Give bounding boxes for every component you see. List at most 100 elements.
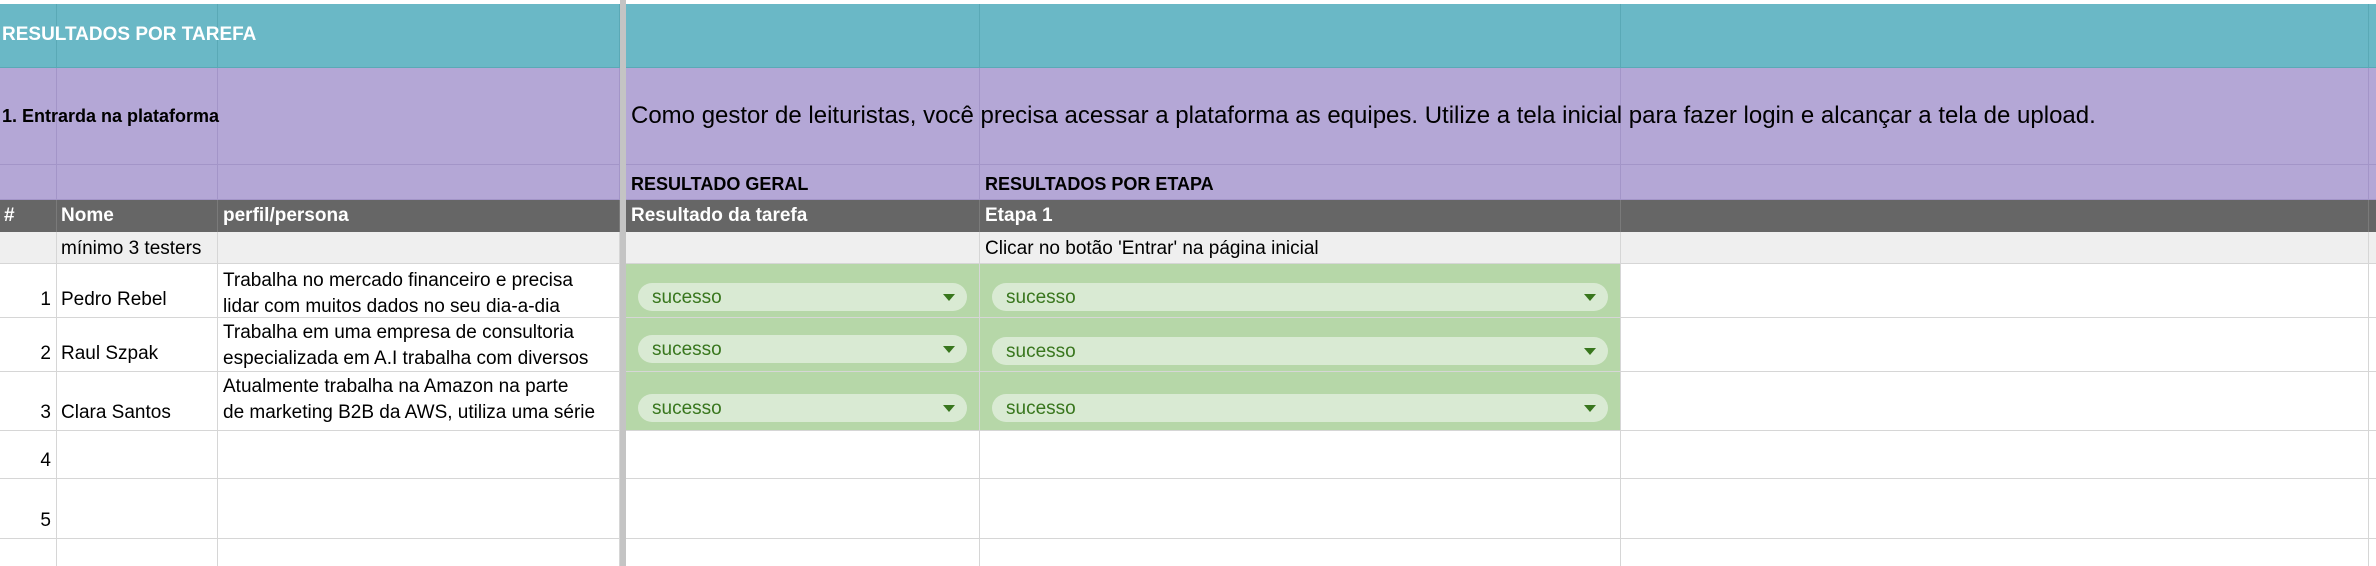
table-row [0,539,2376,566]
col-header-number-label: # [4,205,15,226]
task-result-value: sucesso [652,398,722,419]
col-header-task-result-label: Resultado da tarefa [631,205,808,226]
empty-cell[interactable] [1621,264,2369,317]
row-number: 4 [40,450,51,471]
row-number: 1 [40,289,51,310]
persona-cell[interactable]: Atualmente trabalha na Amazon na parte d… [218,372,620,430]
col-header-persona[interactable]: perfil/persona [218,200,620,232]
tester-name-cell[interactable]: Clara Santos [57,372,218,430]
group-general-label: RESULTADO GERAL [631,174,809,194]
row-number: 2 [40,343,51,364]
col-header-persona-label: perfil/persona [223,205,349,226]
cell-f1[interactable] [1621,4,2369,67]
task-result-value: sucesso [652,339,722,360]
col-header-stage1-label: Etapa 1 [985,205,1053,226]
task-title: 1. Entrarda na plataforma [2,106,220,126]
persona-cell[interactable]: Trabalha em uma empresa de consultoria e… [218,318,620,371]
task-result-cell[interactable]: sucesso [626,318,980,371]
task-result-value: sucesso [652,287,722,308]
cell-a5[interactable] [0,232,57,263]
cell-c1[interactable] [218,4,620,67]
col-header-name-label: Nome [61,205,114,226]
task-result-dropdown[interactable]: sucesso [638,283,967,311]
group-stage-label: RESULTADOS POR ETAPA [985,174,1214,194]
persona-line: lidar com muitos dados no seu dia-a-dia [223,296,560,317]
table-row: 2 Raul Szpak Trabalha em uma empresa de … [0,318,2376,372]
section-header-row: RESULTADOS POR TAREFA [0,4,2376,68]
empty-cell[interactable] [218,479,620,538]
cell-f4[interactable] [1621,200,2369,232]
col-header-stage1[interactable]: Etapa 1 [980,200,1621,232]
empty-cell[interactable] [1621,431,2369,478]
empty-cell[interactable] [980,479,1621,538]
row-number-cell[interactable]: 1 [0,264,57,317]
row-number-cell[interactable]: 5 [0,479,57,538]
row-number-cell[interactable]: 2 [0,318,57,371]
cell-d5[interactable] [626,232,980,263]
stage1-result-value: sucesso [1006,287,1076,308]
task-result-cell[interactable]: sucesso [626,264,980,317]
persona-text: Trabalha em uma empresa de consultoria e… [223,320,588,371]
task-result-dropdown[interactable]: sucesso [638,335,967,363]
tester-name-cell[interactable]: Pedro Rebel [57,264,218,317]
cell-f3[interactable] [1621,165,2369,199]
empty-cell[interactable] [1621,318,2369,371]
stage1-result-dropdown[interactable]: sucesso [992,283,1608,311]
empty-cell[interactable] [218,431,620,478]
cell-c3[interactable] [218,165,620,199]
cell-f5[interactable] [1621,232,2369,263]
empty-cell[interactable] [57,539,218,566]
stage1-result-cell[interactable]: sucesso [980,264,1621,317]
stage1-result-value: sucesso [1006,341,1076,362]
col-header-name[interactable]: Nome [57,200,218,232]
empty-cell[interactable] [1621,372,2369,430]
tester-name: Raul Szpak [61,343,159,364]
empty-cell[interactable] [626,431,980,478]
empty-cell[interactable] [980,539,1621,566]
persona-text: Trabalha no mercado financeiro e precisa… [223,268,573,317]
persona-line: especializada em A.I trabalha com divers… [223,348,589,369]
row-number-cell[interactable]: 3 [0,372,57,430]
section-title: RESULTADOS POR TAREFA [2,24,257,45]
empty-cell[interactable] [626,539,980,566]
tester-name-cell[interactable]: Raul Szpak [57,318,218,371]
empty-cell[interactable] [57,479,218,538]
frozen-columns-divider[interactable] [620,0,626,566]
table-row: 4 [0,431,2376,479]
empty-cell[interactable] [1621,539,2369,566]
cell-a3[interactable] [0,165,57,199]
col-header-number[interactable]: # [0,200,57,232]
stage1-result-cell[interactable]: sucesso [980,372,1621,430]
group-general-cell[interactable]: RESULTADO GERAL [626,165,980,199]
spreadsheet-grid: RESULTADOS POR TAREFA 1. Entrarda na pla… [0,0,2376,566]
cell-c5[interactable] [218,232,620,263]
empty-cell[interactable] [1621,479,2369,538]
empty-cell[interactable] [0,539,57,566]
col-header-task-result[interactable]: Resultado da tarefa [626,200,980,232]
empty-cell[interactable] [218,539,620,566]
tester-name: Clara Santos [61,402,171,423]
task-result-dropdown[interactable]: sucesso [638,394,967,422]
task-result-cell[interactable]: sucesso [626,372,980,430]
row-number: 3 [40,402,51,423]
group-stage-cell[interactable]: RESULTADOS POR ETAPA [980,165,1621,199]
hint-testers-cell[interactable]: mínimo 3 testers [57,232,218,263]
caret-down-icon [1584,405,1596,412]
stage1-result-cell[interactable]: sucesso [980,318,1621,371]
cell-c2[interactable] [218,68,620,164]
row-number-cell[interactable]: 4 [0,431,57,478]
stage1-result-dropdown[interactable]: sucesso [992,394,1608,422]
persona-cell[interactable]: Trabalha no mercado financeiro e precisa… [218,264,620,317]
persona-line: de marketing B2B da AWS, utiliza uma sér… [223,402,596,423]
cell-b3[interactable] [57,165,218,199]
caret-down-icon [1584,294,1596,301]
hint-stage1-cell[interactable]: Clicar no botão 'Entrar' na página inici… [980,232,1621,263]
empty-cell[interactable] [980,431,1621,478]
cell-d1[interactable] [626,4,980,67]
empty-cell[interactable] [57,431,218,478]
task-row: 1. Entrarda na plataforma Como gestor de… [0,68,2376,165]
empty-cell[interactable] [626,479,980,538]
cell-e1[interactable] [980,4,1621,67]
stage1-result-dropdown[interactable]: sucesso [992,337,1608,365]
column-header-row: # Nome perfil/persona Resultado da taref… [0,200,2376,232]
